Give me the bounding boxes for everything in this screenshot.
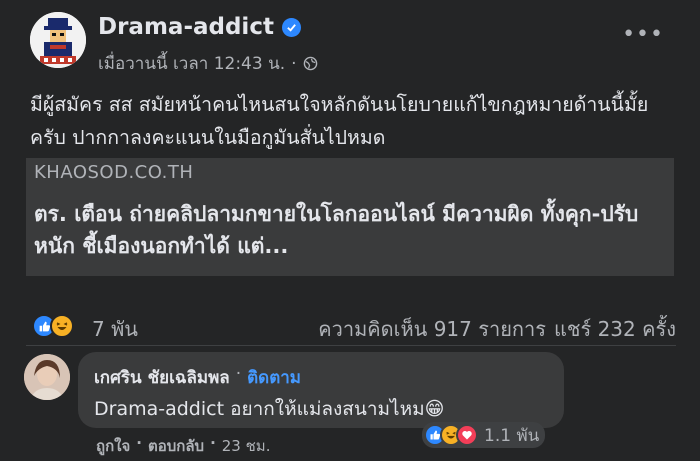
comment-reactions[interactable]: 1.1 พัน	[422, 422, 546, 448]
page-name-text[interactable]: Drama-addict	[98, 14, 274, 40]
commenter-dot: ·	[235, 364, 242, 384]
like-button[interactable]: ถูกใจ	[96, 434, 130, 458]
post-text: มีผู้สมัคร สส สมัยหน้าคนไหนสนใจหลักดันนโ…	[30, 93, 649, 149]
page-logo-icon	[30, 12, 86, 68]
comment-bubble: เกศริน ชัยเฉลิมพล · ติดตาม Drama-addict …	[78, 352, 564, 428]
more-options-icon[interactable]: •••	[622, 22, 664, 47]
divider	[26, 345, 676, 346]
post-card: Drama-addict เมื่อวานนี้ เวลา 12:43 น. ·…	[0, 0, 700, 461]
comment-text: Drama-addict อยากให้แม่ลงสนามไหม😁	[94, 398, 445, 420]
love-reaction-icon	[456, 424, 478, 446]
engagement-stats: ความคิดเห็น 917 รายการ แชร์ 232 ครั้ง	[318, 313, 676, 345]
post-header: Drama-addict เมื่อวานนี้ เวลา 12:43 น. ·…	[30, 12, 680, 76]
link-preview-card[interactable]: KHAOSOD.CO.TH ตร. เตือน ถ่ายคลิปลามกขายใ…	[26, 158, 674, 276]
haha-reaction-icon	[50, 314, 74, 338]
verified-badge-icon	[281, 17, 301, 37]
globe-icon[interactable]	[303, 56, 318, 71]
page-name[interactable]: Drama-addict	[98, 14, 301, 40]
comment-reactions-count: 1.1 พัน	[484, 425, 540, 446]
link-title[interactable]: ตร. เตือน ถ่ายคลิปลามกขายในโลกออนไลน์ มี…	[34, 198, 669, 262]
comments-count[interactable]: ความคิดเห็น 917 รายการ	[318, 313, 546, 345]
comment-time[interactable]: 23 ชม.	[222, 434, 271, 458]
action-separator: ·	[136, 434, 142, 452]
commenter-avatar[interactable]	[24, 354, 70, 400]
commenter-name[interactable]: เกศริน ชัยเฉลิมพล	[94, 364, 230, 391]
post-stats: 7 พัน ความคิดเห็น 917 รายการ แชร์ 232 คร…	[30, 310, 680, 342]
meta-separator: ·	[291, 53, 297, 74]
post-meta: เมื่อวานนี้ เวลา 12:43 น. ·	[98, 50, 318, 77]
follow-button[interactable]: ติดตาม	[247, 364, 301, 391]
comment-actions: ถูกใจ · ตอบกลับ · 23 ชม.	[96, 434, 270, 458]
reply-button[interactable]: ตอบกลับ	[148, 434, 204, 458]
link-domain: KHAOSOD.CO.TH	[34, 162, 194, 183]
reaction-icons[interactable]	[32, 314, 74, 338]
action-separator: ·	[210, 434, 216, 452]
reactions-count[interactable]: 7 พัน	[92, 313, 138, 345]
commenter-line: เกศริน ชัยเฉลิมพล · ติดตาม	[94, 364, 301, 391]
shares-count[interactable]: แชร์ 232 ครั้ง	[554, 313, 676, 345]
page-avatar[interactable]	[30, 12, 86, 68]
post-timestamp[interactable]: เมื่อวานนี้ เวลา 12:43 น.	[98, 50, 285, 77]
avatar-photo	[24, 354, 70, 400]
